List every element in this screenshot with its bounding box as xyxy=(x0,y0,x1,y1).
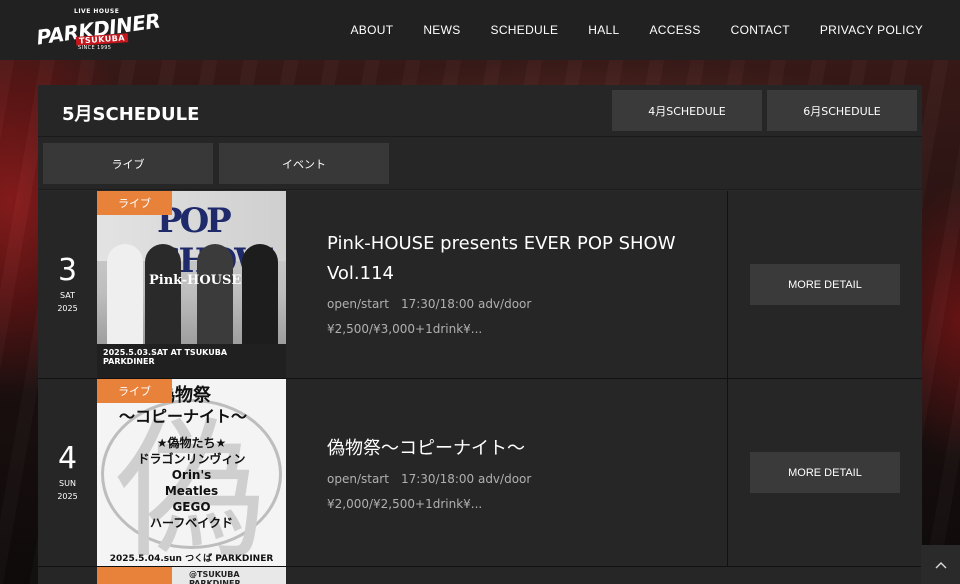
flyer-footer: 2025.5.03.SAT AT TSUKUBA PARKDINER xyxy=(97,344,286,378)
parkdiner-logo[interactable]: LIVE HOUSE PARKDINER TSUKUBA SINCE 1995 xyxy=(35,8,162,52)
lineup-item: ドラゴンリンヴィン xyxy=(137,452,246,466)
event-year: 2025 xyxy=(57,492,78,501)
nav-hall[interactable]: HALL xyxy=(588,23,619,37)
flyer-person xyxy=(107,244,143,354)
nav-about[interactable]: ABOUT xyxy=(350,23,393,37)
event-date: 4 SUN 2025 xyxy=(38,379,97,566)
nav-privacy-policy[interactable]: PRIVACY POLICY xyxy=(820,23,923,37)
event-price: ¥2,000/¥2,500+1drink¥... xyxy=(327,497,483,511)
flyer-lineup: ★偽物たち★ ドラゴンリンヴィン Orin's Meatles GEGO ハーフ… xyxy=(97,435,286,531)
flyer-person xyxy=(145,244,181,354)
event-weekday: SAT xyxy=(60,291,75,300)
nav-access[interactable]: ACCESS xyxy=(650,23,701,37)
logo-since-text: SINCE 1995 xyxy=(78,45,112,51)
more-detail-button[interactable]: MORE DETAIL xyxy=(750,264,900,305)
category-tag xyxy=(97,567,172,584)
event-day: 4 xyxy=(57,441,78,476)
nav-schedule[interactable]: SCHEDULE xyxy=(491,23,559,37)
site-header: LIVE HOUSE PARKDINER TSUKUBA SINCE 1995 … xyxy=(0,0,960,60)
page-title: 5月SCHEDULE xyxy=(62,104,200,125)
flyer-band-name: Pink-HOUSE xyxy=(149,273,242,288)
event-flyer-image[interactable]: 偽 偽物祭 〜コピーナイト〜 ★偽物たち★ ドラゴンリンヴィン Orin's M… xyxy=(97,379,286,566)
event-row: 3 SAT 2025 POP SHOW Pink-HOUSE 2025.5.03… xyxy=(38,191,922,379)
event-price: ¥2,500/¥3,000+1drink¥... xyxy=(327,322,483,336)
schedule-panel: 5月SCHEDULE 4月SCHEDULE 6月SCHEDULE ライブ イベン… xyxy=(38,85,922,584)
nav-news[interactable]: NEWS xyxy=(423,23,460,37)
flyer-footer: 2025.5.04.sun つくば PARKDINER xyxy=(109,554,274,564)
event-title[interactable]: 偽物祭〜コピーナイト〜 xyxy=(327,434,707,464)
filter-event-button[interactable]: イベント xyxy=(219,143,389,184)
column-divider xyxy=(727,191,728,378)
event-title[interactable]: Pink-HOUSE presents EVER POP SHOW Vol.11… xyxy=(327,229,707,289)
lineup-item: GEGO xyxy=(172,500,211,514)
more-detail-button[interactable]: MORE DETAIL xyxy=(750,452,900,493)
column-divider xyxy=(727,379,728,566)
nav-contact[interactable]: CONTACT xyxy=(731,23,790,37)
event-flyer-image[interactable]: @TSUKUBA PARKDINER xyxy=(97,567,286,584)
lineup-item: Meatles xyxy=(164,484,219,498)
flyer-person xyxy=(242,244,278,354)
event-flyer-image[interactable]: POP SHOW Pink-HOUSE 2025.5.03.SAT AT TSU… xyxy=(97,191,286,378)
filter-live-button[interactable]: ライブ xyxy=(43,143,213,184)
flyer-person xyxy=(197,244,233,354)
chevron-up-icon[interactable] xyxy=(921,545,960,584)
event-weekday: SUN xyxy=(59,479,76,488)
schedule-title-bar: 5月SCHEDULE 4月SCHEDULE 6月SCHEDULE xyxy=(38,85,922,137)
event-time: open/start 17:30/18:00 adv/door xyxy=(327,472,532,486)
flyer-peek-text: @TSUKUBA PARKDINER xyxy=(189,570,241,584)
event-row: 4 SUN 2025 偽 偽物祭 〜コピーナイト〜 ★偽物たち★ ドラゴンリンヴ… xyxy=(38,379,922,567)
event-row: @TSUKUBA PARKDINER xyxy=(38,567,922,584)
event-time: open/start 17:30/18:00 adv/door xyxy=(327,297,532,311)
flyer-subtitle: 〜コピーナイト〜 xyxy=(119,407,248,426)
main-nav: ABOUT NEWS SCHEDULE HALL ACCESS CONTACT … xyxy=(350,0,923,60)
category-tag: ライブ xyxy=(97,191,172,215)
event-info: 偽物祭〜コピーナイト〜 open/start 17:30/18:00 adv/d… xyxy=(327,434,707,511)
lineup-item: Orin's xyxy=(171,468,212,482)
lineup-item: ハーフベイクド xyxy=(149,516,234,530)
event-date: 3 SAT 2025 xyxy=(38,191,97,378)
next-month-button[interactable]: 6月SCHEDULE xyxy=(767,90,917,131)
category-filter-bar: ライブ イベント xyxy=(38,137,922,190)
prev-month-button[interactable]: 4月SCHEDULE xyxy=(612,90,762,131)
event-day: 3 xyxy=(57,253,78,288)
event-info: Pink-HOUSE presents EVER POP SHOW Vol.11… xyxy=(327,229,707,336)
category-tag: ライブ xyxy=(97,379,172,403)
lineup-item: ★偽物たち★ xyxy=(156,436,227,450)
event-year: 2025 xyxy=(57,304,78,313)
